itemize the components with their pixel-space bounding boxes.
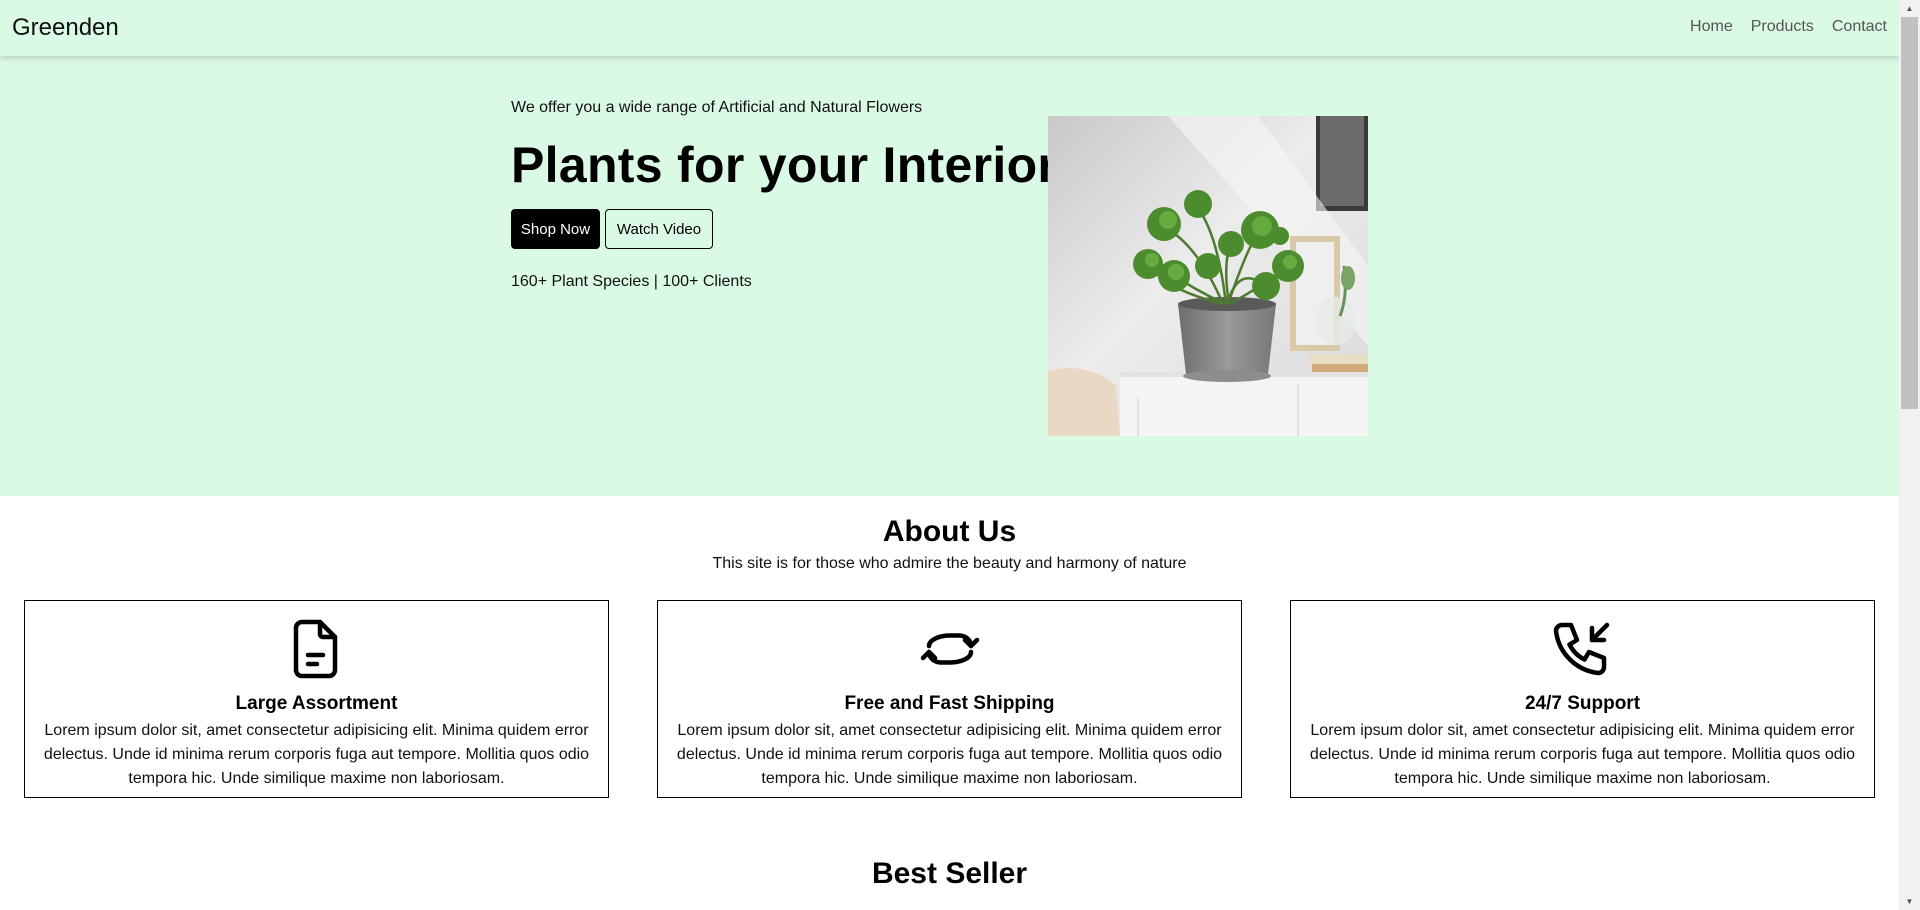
card-title: Large Assortment [235,693,398,714]
hero-plant-image [1048,116,1368,436]
card-text: Lorem ipsum dolor sit, amet consectetur … [1309,722,1856,787]
about-subtitle: This site is for those who admire the be… [712,555,1187,572]
card-title: Free and Fast Shipping [844,693,1055,714]
nav-links: Home Products Contact [1672,18,1887,36]
about-title: About Us [882,515,1017,548]
hero-stats: 160+ Plant Species | 100+ Clients [511,273,752,290]
scroll-up-arrow-icon[interactable]: ▲ [1899,0,1920,17]
vertical-scrollbar[interactable]: ▲ ▼ [1899,0,1920,910]
phone-incoming-icon [1547,613,1619,685]
card-text: Lorem ipsum dolor sit, amet consectetur … [43,722,590,787]
refresh-icon [914,613,986,685]
scroll-down-arrow-icon[interactable]: ▼ [1899,893,1920,910]
scrollbar-thumb[interactable] [1901,17,1918,409]
nav-link-products[interactable]: Products [1751,18,1814,36]
card-text: Lorem ipsum dolor sit, amet consectetur … [676,722,1223,787]
document-icon [281,613,353,685]
feature-card-assortment: Large Assortment Lorem ipsum dolor sit, … [24,600,609,798]
watch-video-button[interactable]: Watch Video [605,209,713,249]
brand-logo[interactable]: Greenden [12,14,119,42]
best-seller-title: Best Seller [871,857,1028,890]
hero-tagline: We offer you a wide range of Artificial … [511,99,923,116]
nav-link-contact[interactable]: Contact [1832,18,1887,36]
card-title: 24/7 Support [1524,693,1641,714]
shop-now-button[interactable]: Shop Now [511,209,600,249]
hero-title: Plants for your Interior [511,137,1058,193]
feature-card-shipping: Free and Fast Shipping Lorem ipsum dolor… [657,600,1242,798]
feature-card-support: 24/7 Support Lorem ipsum dolor sit, amet… [1290,600,1875,798]
hero-section: We offer you a wide range of Artificial … [0,56,1899,496]
navbar: Greenden Home Products Contact [0,0,1899,56]
nav-link-home[interactable]: Home [1690,18,1733,36]
page: Greenden Home Products Contact We offer … [0,0,1899,910]
